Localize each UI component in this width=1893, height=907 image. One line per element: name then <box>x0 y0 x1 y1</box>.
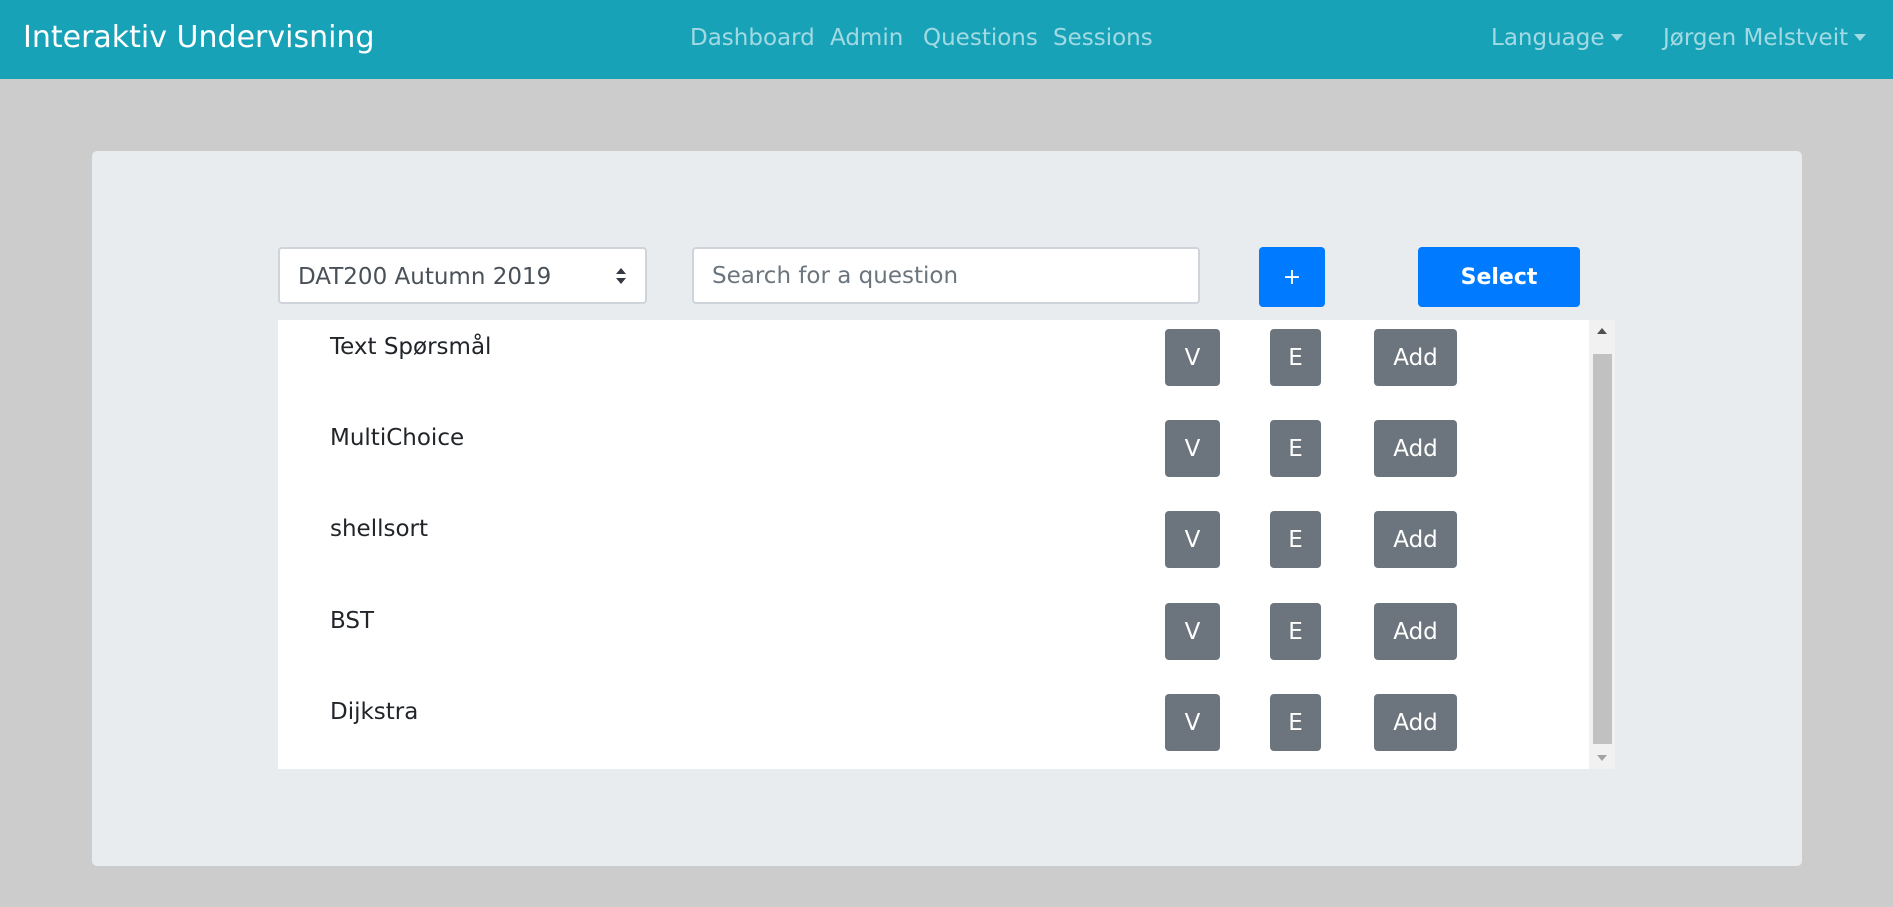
scroll-down-arrow-icon[interactable] <box>1589 747 1615 769</box>
scrollbar-thumb[interactable] <box>1593 354 1612 744</box>
question-title: Dijkstra <box>330 699 419 725</box>
add-button[interactable]: Add <box>1374 603 1457 660</box>
edit-button[interactable]: E <box>1270 694 1321 751</box>
add-question-button[interactable]: + <box>1259 247 1325 307</box>
edit-button[interactable]: E <box>1270 603 1321 660</box>
user-dropdown[interactable]: Jørgen Melstveit <box>1663 25 1867 51</box>
view-button[interactable]: V <box>1165 603 1220 660</box>
sort-arrows-icon <box>616 268 626 284</box>
nav-link-dashboard[interactable]: Dashboard <box>690 25 815 51</box>
view-button[interactable]: V <box>1165 694 1220 751</box>
list-item: Dijkstra V E Add <box>278 685 1589 769</box>
search-input[interactable] <box>692 247 1200 304</box>
brand-title[interactable]: Interaktiv Undervisning <box>23 20 375 55</box>
navbar: Interaktiv Undervisning Dashboard Admin … <box>0 0 1893 79</box>
add-button[interactable]: Add <box>1374 329 1457 386</box>
question-title: shellsort <box>330 516 429 542</box>
user-name-label: Jørgen Melstveit <box>1663 25 1849 51</box>
caret-down-icon <box>1610 34 1623 41</box>
course-select[interactable]: DAT200 Autumn 2019 <box>278 247 647 304</box>
view-button[interactable]: V <box>1165 420 1220 477</box>
add-button[interactable]: Add <box>1374 694 1457 751</box>
list-item: Text Spørsmål V E Add <box>278 320 1589 411</box>
language-dropdown[interactable]: Language <box>1491 25 1623 51</box>
question-title: Text Spørsmål <box>330 334 492 360</box>
nav-link-admin[interactable]: Admin <box>830 25 903 51</box>
question-title: MultiChoice <box>330 425 465 451</box>
add-button[interactable]: Add <box>1374 511 1457 568</box>
question-title: BST <box>330 608 375 634</box>
add-button[interactable]: Add <box>1374 420 1457 477</box>
nav-link-sessions[interactable]: Sessions <box>1053 25 1153 51</box>
caret-down-icon <box>1854 34 1867 41</box>
question-list: Text Spørsmål V E Add MultiChoice V E Ad… <box>278 320 1615 769</box>
edit-button[interactable]: E <box>1270 420 1321 477</box>
course-select-value: DAT200 Autumn 2019 <box>298 264 552 290</box>
edit-button[interactable]: E <box>1270 511 1321 568</box>
view-button[interactable]: V <box>1165 329 1220 386</box>
nav-link-questions[interactable]: Questions <box>923 25 1038 51</box>
language-label: Language <box>1491 25 1605 51</box>
scroll-up-arrow-icon[interactable] <box>1589 320 1615 342</box>
view-button[interactable]: V <box>1165 511 1220 568</box>
list-item: BST V E Add <box>278 594 1589 685</box>
list-item: MultiChoice V E Add <box>278 411 1589 502</box>
select-button[interactable]: Select <box>1418 247 1580 307</box>
edit-button[interactable]: E <box>1270 329 1321 386</box>
scrollbar[interactable] <box>1589 320 1615 769</box>
list-item: shellsort V E Add <box>278 502 1589 593</box>
